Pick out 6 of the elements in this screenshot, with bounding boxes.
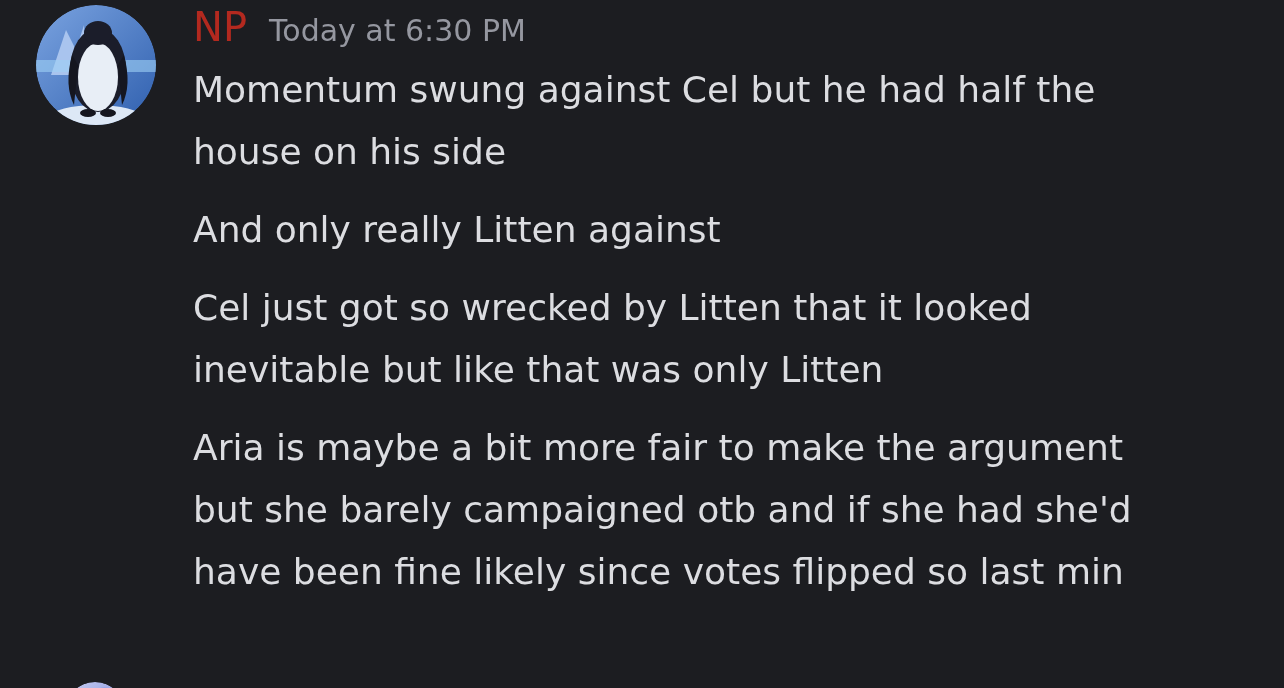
message-text: And only really Litten against (193, 208, 722, 252)
timestamp: Today at 6:30 PM (269, 12, 526, 50)
message-text: Momentum swung against Cel but he had half the house on his side (193, 68, 1097, 174)
message-text: Cel just got so wrecked by Litten that it looked inevitable but like that was only Litten (193, 286, 1033, 392)
author-name[interactable]: NP (193, 5, 248, 49)
message-text: Aria is maybe a bit more fair to make the argument but she barely campaigned otb and if she had she'd have been fine likely since votes flipped so last min (193, 426, 1133, 594)
